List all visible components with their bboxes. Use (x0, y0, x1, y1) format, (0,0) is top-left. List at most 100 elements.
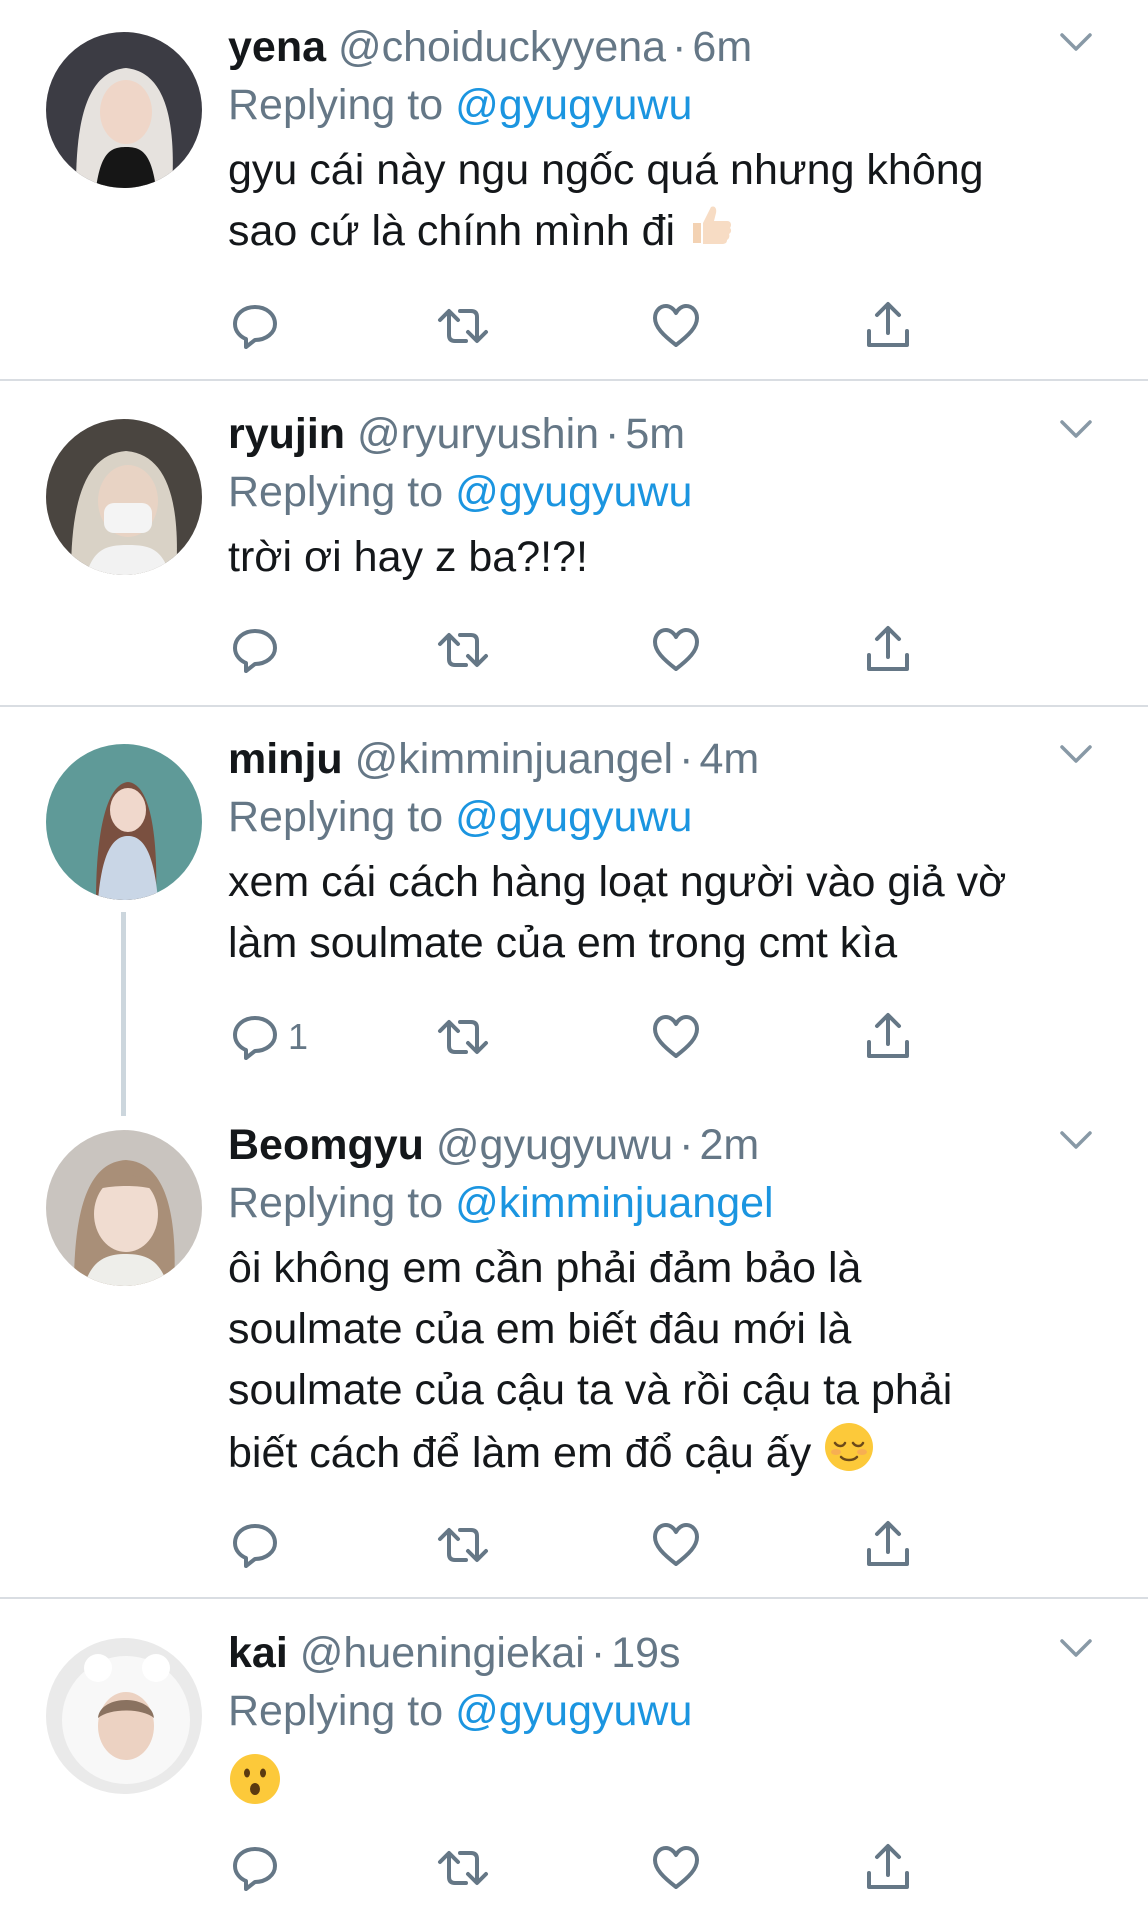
like-button[interactable] (649, 1838, 703, 1898)
reply-mention[interactable]: @gyugyuwu (455, 81, 692, 129)
timestamp[interactable]: 5m (625, 410, 685, 458)
reply-mention[interactable]: @gyugyuwu (455, 793, 692, 841)
replying-label: Replying to (228, 1687, 444, 1735)
heart-icon (653, 1523, 699, 1566)
replying-label: Replying to (228, 1179, 444, 1227)
thread-connector-line (121, 912, 126, 1116)
replying-to: Replying to @gyugyuwu (228, 788, 1108, 846)
avatar[interactable] (46, 1130, 202, 1286)
tweet-timeline: yena @choiduckyyena · 6m Replying to @gyug… (0, 0, 1148, 1920)
tweet-text-line: gyu cái này ngu ngốc quá nhưng không (228, 146, 984, 194)
chevron-down-icon[interactable] (1054, 407, 1098, 451)
chevron-down-icon[interactable] (1054, 20, 1098, 64)
avatar[interactable] (46, 744, 202, 900)
share-button[interactable] (861, 296, 915, 356)
reply-mention[interactable]: @gyugyuwu (455, 468, 692, 516)
display-name[interactable]: yena (228, 23, 326, 71)
user-handle[interactable]: @kimminjuangel (355, 735, 674, 783)
user-handle[interactable]: @choiduckyyena (338, 23, 666, 71)
avatar[interactable] (46, 32, 202, 188)
separator-dot: · (679, 735, 694, 783)
reply-count: 1 (288, 1016, 309, 1057)
timestamp[interactable]: 6m (692, 23, 752, 71)
retweet-button[interactable] (436, 1007, 490, 1067)
tweet-content: kai @hueningiekai · 19s Replying to @gyugy… (228, 1624, 1108, 1823)
reply-button[interactable] (228, 296, 288, 356)
reply-icon (233, 305, 277, 349)
tweet-actions: 1 (228, 1007, 948, 1067)
tweet-text: gyu cái này ngu ngốc quá nhưng không sao… (228, 140, 1108, 266)
retweet-button[interactable] (436, 1515, 490, 1575)
reply-button[interactable] (228, 1515, 288, 1575)
share-icon (867, 1521, 909, 1566)
retweet-button[interactable] (436, 296, 490, 356)
chevron-down-icon[interactable] (1054, 1118, 1098, 1162)
tweet-header: Beomgyu @gyugyuwu · 2m (228, 1116, 1108, 1174)
reply-icon (233, 1847, 277, 1891)
tweet-text: trời ơi hay z ba?!?! (228, 527, 1108, 588)
heart-icon (653, 304, 699, 347)
display-name[interactable]: kai (228, 1629, 288, 1677)
tweet-text-line: sao cứ là chính mình đi (228, 207, 676, 255)
display-name[interactable]: ryujin (228, 410, 345, 458)
user-handle[interactable]: @ryuryushin (357, 410, 599, 458)
tweet-text (228, 1752, 1108, 1823)
timestamp[interactable]: 4m (699, 735, 759, 783)
share-icon (867, 302, 909, 347)
tweet-content: Beomgyu @gyugyuwu · 2m Replying to @kimmin… (228, 1116, 1108, 1490)
chevron-down-icon[interactable] (1054, 732, 1098, 776)
share-button[interactable] (861, 1838, 915, 1898)
hushed-face-emoji-icon (228, 1752, 282, 1823)
reply-icon (233, 1016, 277, 1060)
tweet-header: yena @choiduckyyena · 6m (228, 18, 1108, 76)
avatar[interactable] (46, 419, 202, 575)
share-icon (867, 626, 909, 671)
reply-icon (233, 1524, 277, 1568)
retweet-button[interactable] (436, 1838, 490, 1898)
tweet-actions (228, 1515, 948, 1575)
reply-button[interactable] (228, 1838, 288, 1898)
tweet-actions (228, 1838, 948, 1898)
retweet-icon (438, 1020, 488, 1054)
share-button[interactable] (861, 1515, 915, 1575)
tweet-content: yena @choiduckyyena · 6m Replying to @gyug… (228, 18, 1108, 266)
display-name[interactable]: minju (228, 735, 343, 783)
retweet-icon (438, 1528, 488, 1562)
replying-to: Replying to @gyugyuwu (228, 463, 1108, 521)
tweet-text-line: làm soulmate của em trong cmt kìa (228, 919, 898, 967)
like-button[interactable] (649, 296, 703, 356)
heart-icon (653, 628, 699, 671)
timestamp[interactable]: 2m (699, 1121, 759, 1169)
heart-icon (653, 1846, 699, 1889)
user-handle[interactable]: @hueningiekai (300, 1629, 585, 1677)
tweet-text: ôi không em cần phải đảm bảo là soulmate… (228, 1238, 1108, 1490)
retweet-button[interactable] (436, 620, 490, 680)
reply-mention[interactable]: @kimminjuangel (455, 1179, 774, 1227)
like-button[interactable] (649, 620, 703, 680)
reply-button[interactable] (228, 620, 288, 680)
tweet-header: kai @hueningiekai · 19s (228, 1624, 1108, 1682)
share-button[interactable] (861, 1007, 915, 1067)
avatar[interactable] (46, 1638, 202, 1794)
reply-button[interactable]: 1 (228, 1007, 308, 1067)
chevron-down-icon[interactable] (1054, 1626, 1098, 1670)
tweet-text-line-with-emoji: sao cứ là chính mình đi (228, 201, 1108, 266)
retweet-icon (438, 633, 488, 667)
share-button[interactable] (861, 620, 915, 680)
user-handle[interactable]: @gyugyuwu (436, 1121, 673, 1169)
replying-to: Replying to @gyugyuwu (228, 1682, 1108, 1740)
replying-to: Replying to @gyugyuwu (228, 76, 1108, 134)
tweet-text-line: biết cách để làm em đổ cậu ấy (228, 1428, 812, 1477)
separator-dot: · (605, 410, 620, 458)
divider (0, 705, 1148, 707)
retweet-icon (438, 309, 488, 343)
like-button[interactable] (649, 1007, 703, 1067)
separator-dot: · (672, 23, 687, 71)
reply-mention[interactable]: @gyugyuwu (455, 1687, 692, 1735)
tweet-header: ryujin @ryuryushin · 5m (228, 405, 1108, 463)
like-button[interactable] (649, 1515, 703, 1575)
tweet-text-line: soulmate của cậu ta và rồi cậu ta phải (228, 1366, 953, 1414)
separator-dot: · (590, 1629, 606, 1677)
timestamp[interactable]: 19s (611, 1629, 680, 1677)
display-name[interactable]: Beomgyu (228, 1121, 424, 1169)
